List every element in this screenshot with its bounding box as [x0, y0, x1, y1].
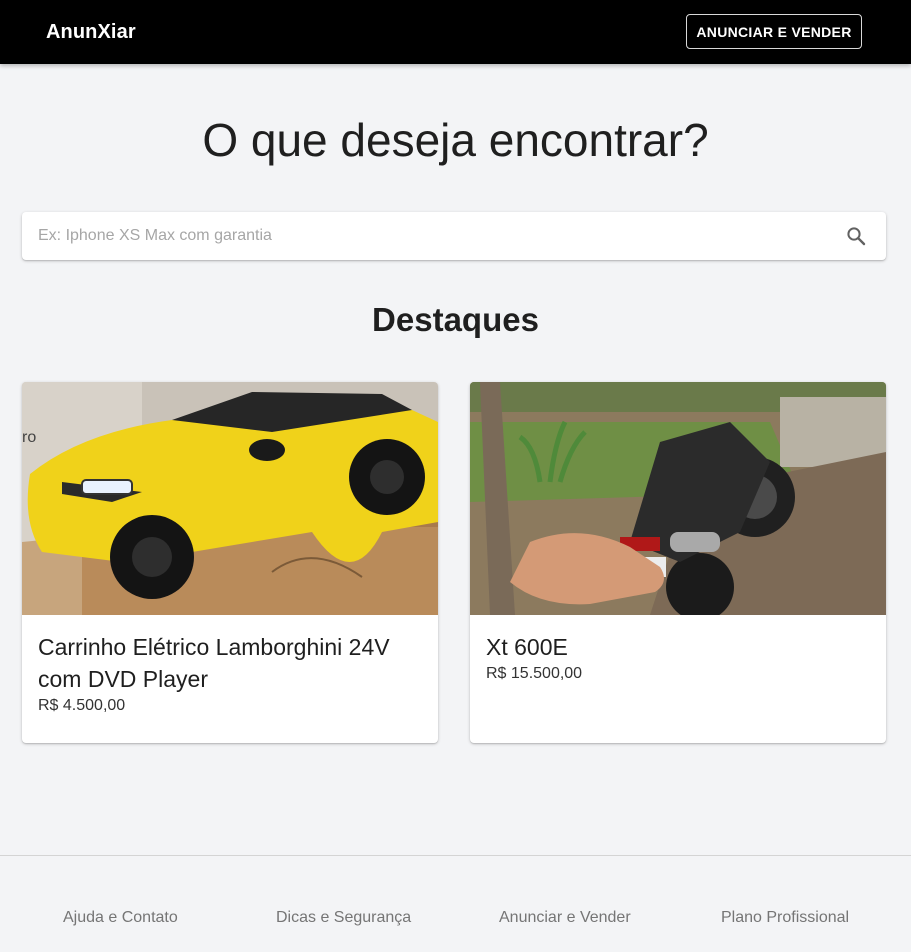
featured-section-title: Destaques: [372, 301, 539, 338]
ad-price: R$ 4.500,00: [38, 697, 126, 714]
page-title: O que deseja encontrar?: [202, 114, 709, 166]
svg-text:ro: ro: [22, 429, 36, 446]
search-input[interactable]: [38, 212, 818, 260]
footer-link-pro-plan[interactable]: Plano Profissional: [721, 908, 849, 928]
top-app-bar: AnunXiar ANUNCIAR E VENDER: [0, 0, 911, 64]
ad-title[interactable]: Carrinho Elétrico Lamborghini 24V com DV…: [38, 631, 422, 695]
ad-image[interactable]: [470, 382, 886, 615]
search-bar: [22, 212, 886, 260]
ad-image[interactable]: ro: [22, 382, 438, 615]
featured-ad-card[interactable]: ro Carrinho Elétrico Lamborghini 24V com…: [22, 382, 438, 743]
brand-logo[interactable]: AnunXiar: [46, 20, 136, 44]
footer: Ajuda e Contato Dicas e Segurança Anunci…: [0, 855, 911, 952]
ad-title[interactable]: Xt 600E: [486, 631, 870, 663]
footer-link-help-contact[interactable]: Ajuda e Contato: [63, 908, 178, 928]
ad-price: R$ 15.500,00: [486, 665, 583, 682]
search-icon[interactable]: [844, 224, 868, 248]
footer-link-advertise-sell[interactable]: Anunciar e Vender: [499, 908, 631, 928]
advertise-and-sell-button[interactable]: ANUNCIAR E VENDER: [686, 14, 862, 49]
footer-link-tips-safety[interactable]: Dicas e Segurança: [276, 908, 411, 928]
featured-ad-card[interactable]: Xt 600E R$ 15.500,00: [470, 382, 886, 743]
